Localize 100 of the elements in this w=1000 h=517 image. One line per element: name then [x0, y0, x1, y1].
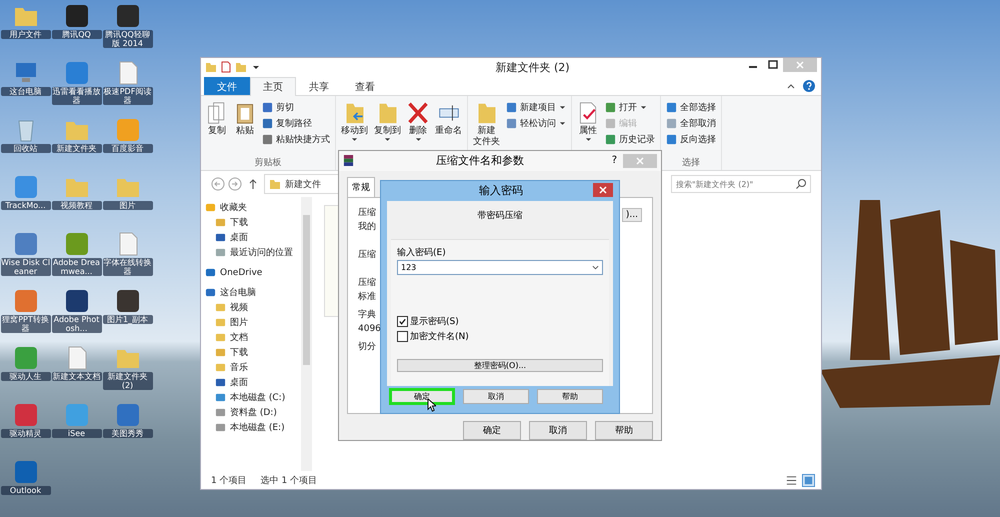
- desktop-icon-label[interactable]: 视频教程: [52, 201, 102, 210]
- ribbon-button[interactable]: 粘贴快捷方式: [260, 132, 332, 147]
- desktop-icon-label[interactable]: Adobe Dreamwea...: [52, 258, 102, 276]
- ribbon-button[interactable]: 复制到: [372, 98, 403, 170]
- checkbox[interactable]: [397, 316, 408, 327]
- dialog-button[interactable]: 取消: [529, 421, 587, 440]
- desktop-icon-label[interactable]: Outlook: [0, 486, 50, 495]
- nav-item[interactable]: 文档: [205, 330, 301, 345]
- ribbon-tab[interactable]: 查看: [342, 77, 388, 95]
- dialog-button[interactable]: 帮助: [595, 421, 653, 440]
- password-field[interactable]: 123: [397, 260, 603, 275]
- ribbon-tab[interactable]: 共享: [296, 77, 342, 95]
- desktop-icon-label[interactable]: 美图秀秀: [102, 429, 152, 438]
- caret-icon: [384, 137, 391, 142]
- caret-icon: [351, 137, 358, 142]
- desktop-icon-label[interactable]: 新建文件夹: [52, 144, 102, 153]
- nav-item[interactable]: 音乐: [205, 360, 301, 375]
- up-arrow-icon[interactable]: [248, 177, 258, 191]
- search-field[interactable]: 搜索"新建文件夹 (2)": [671, 175, 811, 193]
- scrollbar[interactable]: [301, 197, 312, 471]
- browse-button[interactable]: )...: [622, 208, 642, 222]
- nav-item[interactable]: OneDrive: [205, 265, 301, 280]
- ribbon-button[interactable]: 删除: [405, 98, 431, 170]
- field-label: 字典: [358, 308, 377, 322]
- field-label: 输入密码(E): [397, 246, 447, 259]
- help-icon[interactable]: [803, 80, 815, 92]
- nav-item[interactable]: 本地磁盘 (E:): [205, 420, 301, 435]
- desktop-icon-label[interactable]: 这台电脑: [0, 87, 50, 96]
- field-label: 压缩: [358, 206, 377, 220]
- desktop-icon-label[interactable]: 图片1_副本: [102, 315, 152, 324]
- desktop-icon-label[interactable]: 字体在线转换器: [102, 258, 152, 276]
- desktop-icon-label[interactable]: 回收站: [0, 144, 50, 153]
- nav-item[interactable]: 图片: [205, 315, 301, 330]
- desktop-icon-label[interactable]: 腾讯QQ轻聊版 2014: [102, 30, 152, 48]
- desktop-icon-label[interactable]: 图片: [102, 201, 152, 210]
- x-mark-icon: [407, 100, 429, 126]
- desktop-icon-label[interactable]: 用户文件: [0, 30, 50, 39]
- desktop-icon-label[interactable]: 狸窝PPT转换器: [0, 315, 50, 333]
- back-icon[interactable]: [211, 177, 225, 191]
- app-icon[interactable]: [114, 4, 140, 28]
- desktop-icon-label[interactable]: Adobe Photosh...: [52, 315, 102, 333]
- checkbox[interactable]: [397, 331, 408, 342]
- nav-item[interactable]: 下载: [205, 215, 301, 230]
- ribbon-button[interactable]: 历史记录: [603, 132, 657, 147]
- ribbon-button[interactable]: 属性: [575, 98, 601, 170]
- desktop-icon-label[interactable]: 驱动精灵: [0, 429, 50, 438]
- ribbon-button[interactable]: 打开: [603, 100, 657, 115]
- nav-item[interactable]: 桌面: [205, 375, 301, 390]
- nav-item[interactable]: 视频: [205, 300, 301, 315]
- nav-item[interactable]: 收藏夹: [205, 200, 301, 215]
- desktop-icon-label[interactable]: Wise Disk Cleaner: [0, 258, 50, 276]
- desktop-icon-label[interactable]: 新建文本文档: [52, 372, 102, 381]
- nav-item[interactable]: 这台电脑: [205, 285, 301, 300]
- nav-item[interactable]: 资料盘 (D:): [205, 405, 301, 420]
- ribbon-button[interactable]: 复制: [204, 98, 230, 156]
- app-icon[interactable]: [114, 289, 140, 313]
- document-icon[interactable]: [220, 61, 232, 73]
- ribbon-button[interactable]: 移动到: [339, 98, 370, 170]
- checkbox-label[interactable]: 显示密码(S): [410, 315, 459, 328]
- ribbon-button[interactable]: 反向选择: [664, 132, 718, 147]
- ribbon-button[interactable]: 轻松访问: [504, 116, 568, 131]
- desktop-icon-label[interactable]: 迅雷看看播放器: [52, 87, 102, 105]
- help-button[interactable]: ?: [606, 155, 623, 166]
- desktop-icon-label[interactable]: 百度影音: [102, 144, 152, 153]
- field-label: 压缩: [358, 276, 377, 290]
- dialog-tab[interactable]: 常规: [347, 176, 375, 197]
- ribbon-button[interactable]: 粘贴: [232, 98, 258, 156]
- desktop-icon-label[interactable]: 新建文件夹 (2): [102, 372, 152, 390]
- desktop-icon-label[interactable]: TrackMo...: [0, 201, 50, 210]
- nav-item[interactable]: 桌面: [205, 230, 301, 245]
- dialog-title: 输入密码: [478, 182, 524, 198]
- ribbon-button[interactable]: 新建项目: [504, 100, 568, 115]
- dialog-button[interactable]: 取消: [463, 389, 529, 404]
- field-label: 压缩: [358, 248, 377, 262]
- desktop-icon-label[interactable]: 极速PDF阅读器: [102, 87, 152, 105]
- desktop-icon-label[interactable]: 驱动人生: [0, 372, 50, 381]
- ribbon-button[interactable]: 全部取消: [664, 116, 718, 131]
- nav-item[interactable]: 本地磁盘 (C:): [205, 390, 301, 405]
- dialog-button[interactable]: 帮助: [537, 389, 603, 404]
- dialog-button[interactable]: 确定: [463, 421, 521, 440]
- organize-passwords-button[interactable]: 整理密码(O)...: [397, 359, 603, 372]
- nav-item[interactable]: 最近访问的位置: [205, 245, 301, 260]
- nav-item[interactable]: 下载: [205, 345, 301, 360]
- caret-icon: [559, 105, 566, 110]
- ribbon-button[interactable]: 复制路径: [260, 116, 332, 131]
- caret-icon: [559, 121, 566, 126]
- field-label: 切分: [358, 340, 377, 354]
- details-view-icon[interactable]: [785, 474, 798, 486]
- checkbox-label[interactable]: 加密文件名(N): [410, 330, 469, 343]
- large-icons-view-icon[interactable]: [802, 474, 815, 486]
- forward-icon[interactable]: [228, 177, 242, 191]
- desktop-icon-label[interactable]: iSee: [52, 429, 102, 438]
- ribbon-tab[interactable]: 主页: [250, 77, 296, 96]
- ribbon-button[interactable]: 剪切: [260, 100, 332, 115]
- desktop-icon-label[interactable]: 腾讯QQ: [52, 30, 102, 39]
- app-icon[interactable]: [64, 289, 90, 313]
- ribbon-tab[interactable]: 文件: [204, 77, 250, 95]
- close-icon[interactable]: [593, 183, 613, 197]
- app-icon[interactable]: [64, 4, 90, 28]
- ribbon-button[interactable]: 全部选择: [664, 100, 718, 115]
